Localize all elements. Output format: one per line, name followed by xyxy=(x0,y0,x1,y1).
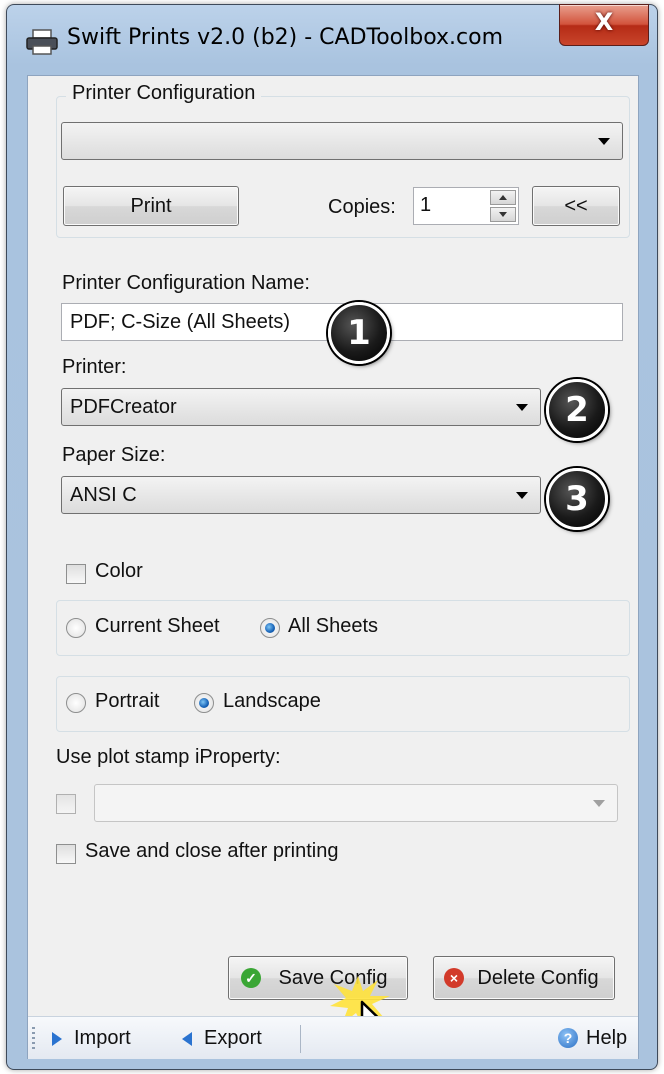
export-label: Export xyxy=(204,1027,262,1049)
callout-badge-3: 3 xyxy=(546,468,608,530)
chevron-up-icon xyxy=(499,195,507,200)
chevron-down-icon xyxy=(516,492,528,499)
paper-size-value: ANSI C xyxy=(70,484,137,506)
chevron-down-icon xyxy=(593,800,605,807)
save-close-checkbox[interactable] xyxy=(56,844,76,864)
printer-select[interactable]: PDFCreator xyxy=(61,388,541,426)
arrow-right-icon xyxy=(52,1032,62,1046)
export-button[interactable]: Export xyxy=(182,1023,294,1053)
portrait-radio[interactable] xyxy=(66,693,86,713)
all-sheets-label: All Sheets xyxy=(288,615,379,637)
print-button[interactable]: Print xyxy=(63,186,239,226)
current-sheet-radio[interactable] xyxy=(66,618,86,638)
landscape-label: Landscape xyxy=(223,690,321,712)
color-label: Color xyxy=(95,560,143,582)
window-title: Swift Prints v2.0 (b2) - CADToolbox.com xyxy=(67,25,503,50)
copies-stepper-buttons xyxy=(490,190,516,222)
swift-prints-window: Swift Prints v2.0 (b2) - CADToolbox.com … xyxy=(6,4,658,1070)
config-name-label: Printer Configuration Name: xyxy=(62,272,310,294)
collapse-button[interactable]: << xyxy=(532,186,620,226)
delete-config-button[interactable]: × Delete Config xyxy=(433,956,615,1000)
printer-label: Printer: xyxy=(62,356,127,378)
paper-size-label: Paper Size: xyxy=(62,444,166,466)
chevron-down-icon xyxy=(516,404,528,411)
portrait-label: Portrait xyxy=(95,690,160,712)
check-icon: ✓ xyxy=(241,968,261,988)
color-checkbox[interactable] xyxy=(66,564,86,584)
copies-value: 1 xyxy=(420,194,432,216)
chevron-down-icon xyxy=(598,138,610,145)
close-icon: X xyxy=(594,8,614,36)
help-label: Help xyxy=(586,1027,628,1049)
arrow-left-icon xyxy=(182,1032,192,1046)
copies-decrement-button[interactable] xyxy=(490,207,516,222)
help-button[interactable]: ? Help xyxy=(558,1023,638,1053)
printer-configuration-select[interactable] xyxy=(61,122,623,160)
delete-config-label: Delete Config xyxy=(477,967,599,989)
import-label: Import xyxy=(74,1027,131,1049)
title-bar: Swift Prints v2.0 (b2) - CADToolbox.com … xyxy=(7,4,657,77)
toolbar-grip xyxy=(32,1027,35,1051)
dialog-body: Printer Configuration Print Copies: 1 <<… xyxy=(27,75,639,1059)
plot-stamp-checkbox[interactable] xyxy=(56,794,76,814)
close-button[interactable]: X xyxy=(559,4,649,46)
copies-increment-button[interactable] xyxy=(490,190,516,205)
current-sheet-label: Current Sheet xyxy=(95,615,220,637)
plot-stamp-select[interactable] xyxy=(94,784,618,822)
import-button[interactable]: Import xyxy=(52,1023,164,1053)
callout-badge-1: 1 xyxy=(328,302,390,364)
printer-configuration-legend: Printer Configuration xyxy=(66,82,262,105)
landscape-radio[interactable] xyxy=(194,693,214,713)
chevron-down-icon xyxy=(499,212,507,217)
save-close-label: Save and close after printing xyxy=(85,840,339,862)
copies-label: Copies: xyxy=(328,196,396,218)
all-sheets-radio[interactable] xyxy=(260,618,280,638)
plot-stamp-label: Use plot stamp iProperty: xyxy=(56,746,281,768)
copies-stepper[interactable]: 1 xyxy=(413,187,519,225)
toolbar-separator xyxy=(300,1025,301,1053)
bottom-toolbar: Import Export ? Help xyxy=(28,1016,638,1059)
paper-size-select[interactable]: ANSI C xyxy=(61,476,541,514)
callout-badge-2: 2 xyxy=(546,379,608,441)
help-icon: ? xyxy=(558,1028,578,1048)
printer-icon xyxy=(26,29,58,55)
printer-value: PDFCreator xyxy=(70,396,177,418)
delete-icon: × xyxy=(444,968,464,988)
